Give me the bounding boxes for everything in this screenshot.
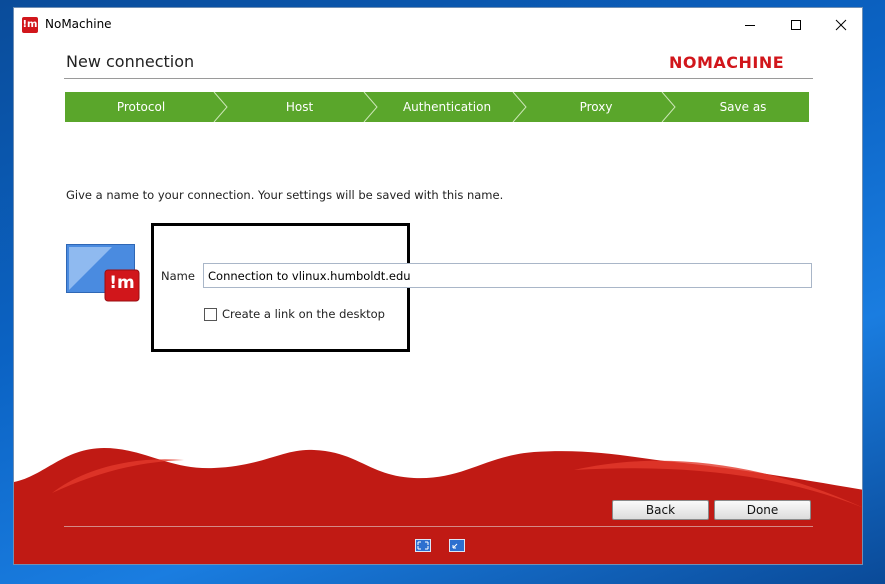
step-host[interactable]: Host (222, 92, 377, 122)
connection-name-input[interactable] (203, 263, 812, 288)
connection-icon: !m (66, 244, 140, 302)
step-separator-icon (512, 92, 527, 122)
done-button[interactable]: Done (714, 500, 811, 520)
window-mode-icon (449, 539, 465, 552)
close-icon (835, 19, 847, 31)
nomachine-window: !m NoMachine New connection NOMACHINE Pr… (13, 7, 863, 565)
desktop-link-checkbox[interactable] (204, 308, 217, 321)
nomachine-logo: NOMACHINE (669, 53, 785, 72)
header-divider (64, 78, 813, 79)
step-separator-icon (213, 92, 228, 122)
page-title: New connection (66, 52, 195, 71)
title-bar[interactable]: !m NoMachine (14, 8, 862, 42)
desktop-link-label[interactable]: Create a link on the desktop (222, 307, 385, 321)
fullscreen-button[interactable] (415, 537, 431, 552)
wizard-steps: Protocol Host Authentication Proxy Save … (65, 92, 809, 122)
fullscreen-icon (415, 539, 431, 552)
step-protocol[interactable]: Protocol (65, 92, 217, 122)
name-label: Name (161, 269, 195, 283)
minimize-icon (745, 25, 755, 26)
footer-divider (64, 526, 813, 527)
maximize-icon (791, 20, 801, 30)
step-proxy[interactable]: Proxy (521, 92, 671, 122)
step-separator-icon (661, 92, 676, 122)
window-mode-button[interactable] (449, 537, 465, 552)
window-title: NoMachine (45, 17, 112, 31)
step-authentication[interactable]: Authentication (372, 92, 522, 122)
connection-badge-text: !m (109, 273, 135, 293)
step-separator-icon (363, 92, 378, 122)
back-button[interactable]: Back (612, 500, 709, 520)
step-save-as[interactable]: Save as (667, 92, 819, 122)
minimize-button[interactable] (727, 8, 773, 42)
instruction-text: Give a name to your connection. Your set… (66, 188, 504, 202)
close-button[interactable] (818, 8, 862, 42)
maximize-button[interactable] (773, 8, 819, 42)
nomachine-app-icon: !m (22, 17, 38, 33)
